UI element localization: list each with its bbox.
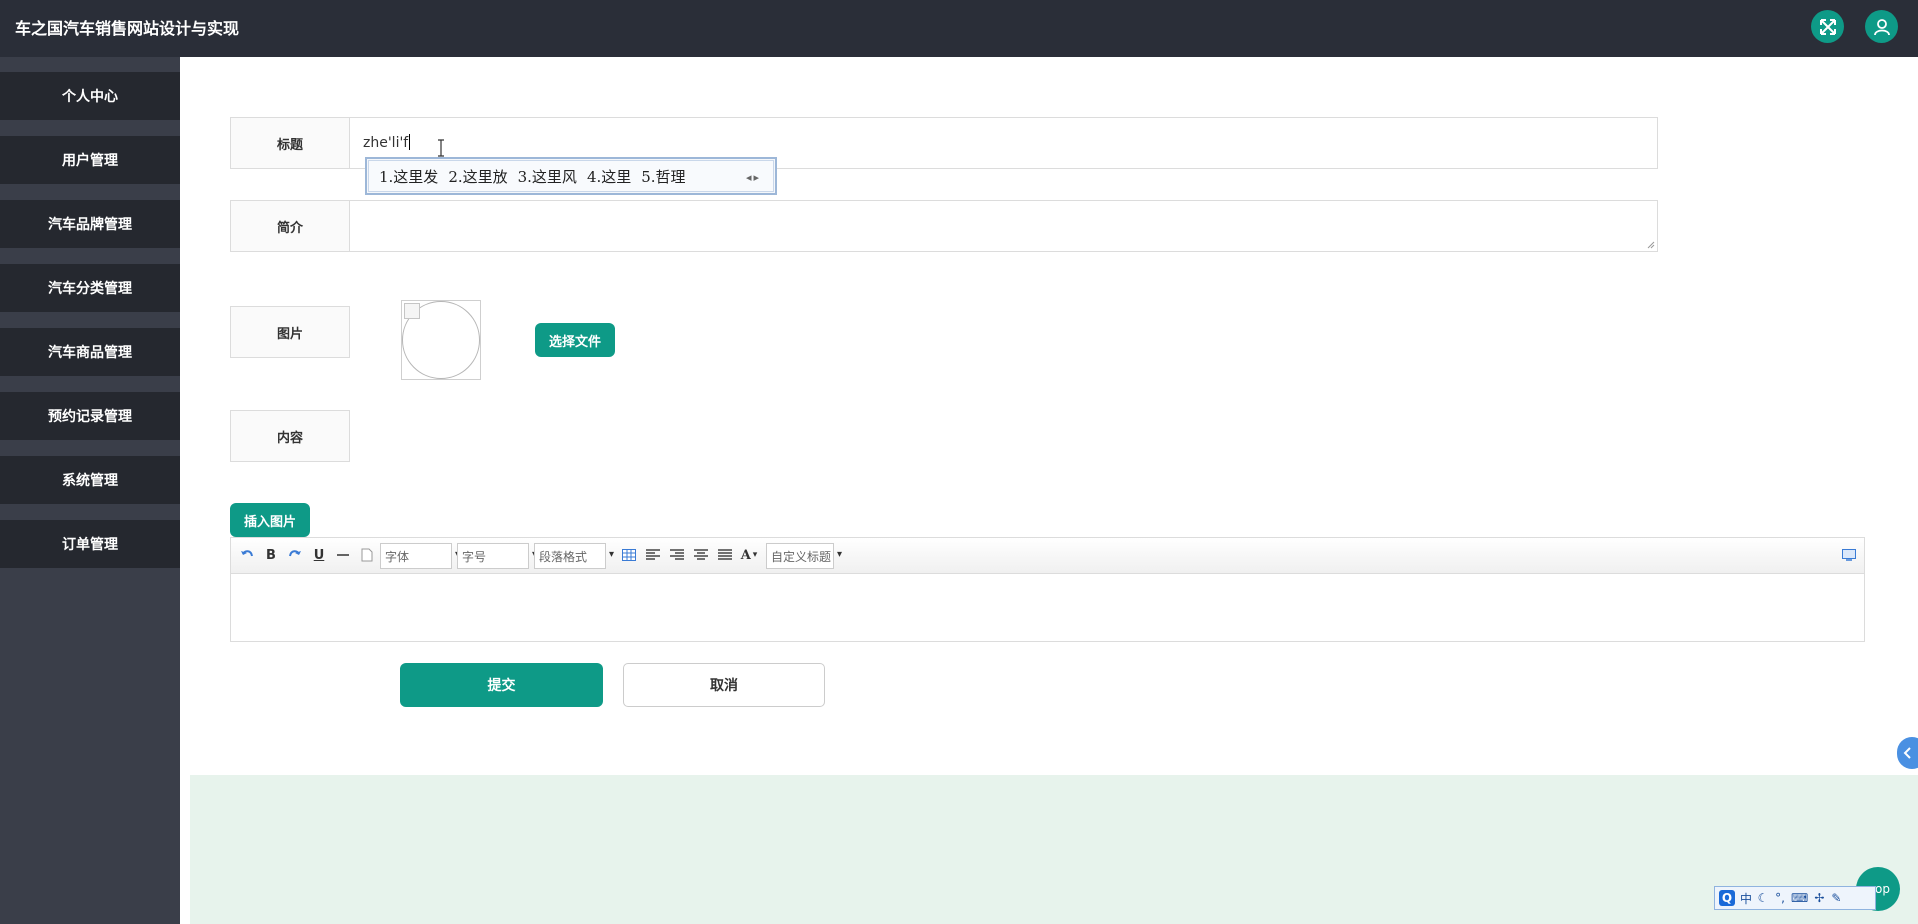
user-button[interactable] <box>1865 10 1898 43</box>
insert-image-button[interactable]: 插入图片 <box>230 503 310 537</box>
choose-file-button[interactable]: 选择文件 <box>535 323 615 357</box>
summary-textarea[interactable] <box>349 200 1658 252</box>
ime-candidate[interactable]: 2.这里放 <box>448 166 507 187</box>
punctuation-icon[interactable]: °, <box>1774 890 1786 906</box>
preview-button[interactable] <box>1839 545 1859 565</box>
side-panel-toggle[interactable] <box>1897 737 1918 769</box>
align-justify-button[interactable] <box>715 545 735 565</box>
custom-heading-select[interactable]: 自定义标题 <box>766 543 842 569</box>
align-right-icon <box>670 549 684 560</box>
ime-logo-icon[interactable]: Q <box>1719 890 1735 906</box>
align-center-icon <box>694 549 708 560</box>
expand-arrows-icon <box>1819 18 1836 35</box>
fullscreen-button[interactable] <box>1811 10 1844 43</box>
font-color-label: A <box>740 547 751 563</box>
sidebar: 个人中心 用户管理 汽车品牌管理 汽车分类管理 汽车商品管理 预约记录管理 系统… <box>0 57 180 924</box>
broken-image-icon <box>404 303 420 319</box>
pinyin-tool-icon[interactable]: ✢ <box>1813 890 1825 906</box>
ime-candidate[interactable]: 3.这里风 <box>518 166 577 187</box>
align-left-button[interactable] <box>643 545 663 565</box>
keyboard-icon[interactable]: ⌨ <box>1791 890 1808 906</box>
align-left-icon <box>646 549 660 560</box>
sidebar-item-profile[interactable]: 个人中心 <box>0 72 180 120</box>
sidebar-item-categories[interactable]: 汽车分类管理 <box>0 264 180 312</box>
undo-button[interactable] <box>237 545 257 565</box>
text-cursor-icon <box>438 139 444 157</box>
sidebar-item-orders[interactable]: 订单管理 <box>0 520 180 568</box>
align-center-button[interactable] <box>691 545 711 565</box>
title-input-value: zhe'li'f <box>363 135 409 151</box>
table-icon <box>622 549 636 561</box>
editor-toolbar: B U 字体 字号 段落格式 A▾ 自定义标题 <box>231 538 1864 574</box>
bold-button[interactable]: B <box>261 545 281 565</box>
redo-icon <box>289 550 301 557</box>
paragraph-format-select[interactable]: 段落格式 <box>534 543 614 569</box>
user-icon <box>1873 18 1890 35</box>
ime-candidate[interactable]: 1.这里发 <box>379 166 438 187</box>
sidebar-item-reservations[interactable]: 预约记录管理 <box>0 392 180 440</box>
summary-label: 简介 <box>230 200 350 252</box>
image-preview <box>401 300 481 380</box>
ime-candidate-popup: 1.这里发 2.这里放 3.这里风 4.这里 5.哲理 ◂▸ <box>365 157 777 195</box>
editor-content-area[interactable] <box>231 575 1864 641</box>
submit-button[interactable]: 提交 <box>400 663 603 707</box>
document-icon <box>361 548 373 562</box>
horizontal-rule-button[interactable] <box>333 545 353 565</box>
title-label: 标题 <box>230 117 350 169</box>
undo-icon <box>241 550 253 557</box>
wrench-icon[interactable]: ✎ <box>1830 890 1842 906</box>
blank-page-button[interactable] <box>357 545 377 565</box>
sidebar-item-brands[interactable]: 汽车品牌管理 <box>0 200 180 248</box>
moon-icon[interactable]: ☾ <box>1757 890 1769 906</box>
sidebar-item-system[interactable]: 系统管理 <box>0 456 180 504</box>
chevron-left-icon <box>1903 747 1911 759</box>
redo-button[interactable] <box>285 545 305 565</box>
font-size-select[interactable]: 字号 <box>457 543 537 569</box>
app-title: 车之国汽车销售网站设计与实现 <box>15 19 240 38</box>
align-justify-icon <box>718 549 732 560</box>
horizontal-rule-icon <box>337 554 349 556</box>
font-family-select[interactable]: 字体 <box>380 543 460 569</box>
cancel-button[interactable]: 取消 <box>623 663 825 707</box>
rich-text-editor: B U 字体 字号 段落格式 A▾ 自定义标题 <box>230 537 1865 642</box>
content-label: 内容 <box>230 410 350 462</box>
underline-button[interactable]: U <box>309 545 329 565</box>
top-bar: 车之国汽车销售网站设计与实现 <box>0 0 1918 57</box>
ime-candidate[interactable]: 5.哲理 <box>641 166 685 187</box>
ime-page-arrows-icon[interactable]: ◂▸ <box>746 171 761 184</box>
ime-mode-toggle[interactable]: 中 <box>1740 890 1752 906</box>
ime-status-bar: Q 中 ☾ °, ⌨ ✢ ✎ <box>1714 886 1876 910</box>
ime-candidate-list: 1.这里发 2.这里放 3.这里风 4.这里 5.哲理 ◂▸ <box>368 160 774 192</box>
resize-grip-icon[interactable] <box>1647 241 1655 249</box>
insert-table-button[interactable] <box>619 545 639 565</box>
align-right-button[interactable] <box>667 545 687 565</box>
footer-area <box>190 775 1918 924</box>
sidebar-item-products[interactable]: 汽车商品管理 <box>0 328 180 376</box>
image-label: 图片 <box>230 306 350 358</box>
font-color-button[interactable]: A ▾ <box>739 545 759 565</box>
ime-candidate[interactable]: 4.这里 <box>587 166 631 187</box>
monitor-icon <box>1842 549 1856 561</box>
back-to-top-label: op <box>1875 882 1890 896</box>
sidebar-item-users[interactable]: 用户管理 <box>0 136 180 184</box>
